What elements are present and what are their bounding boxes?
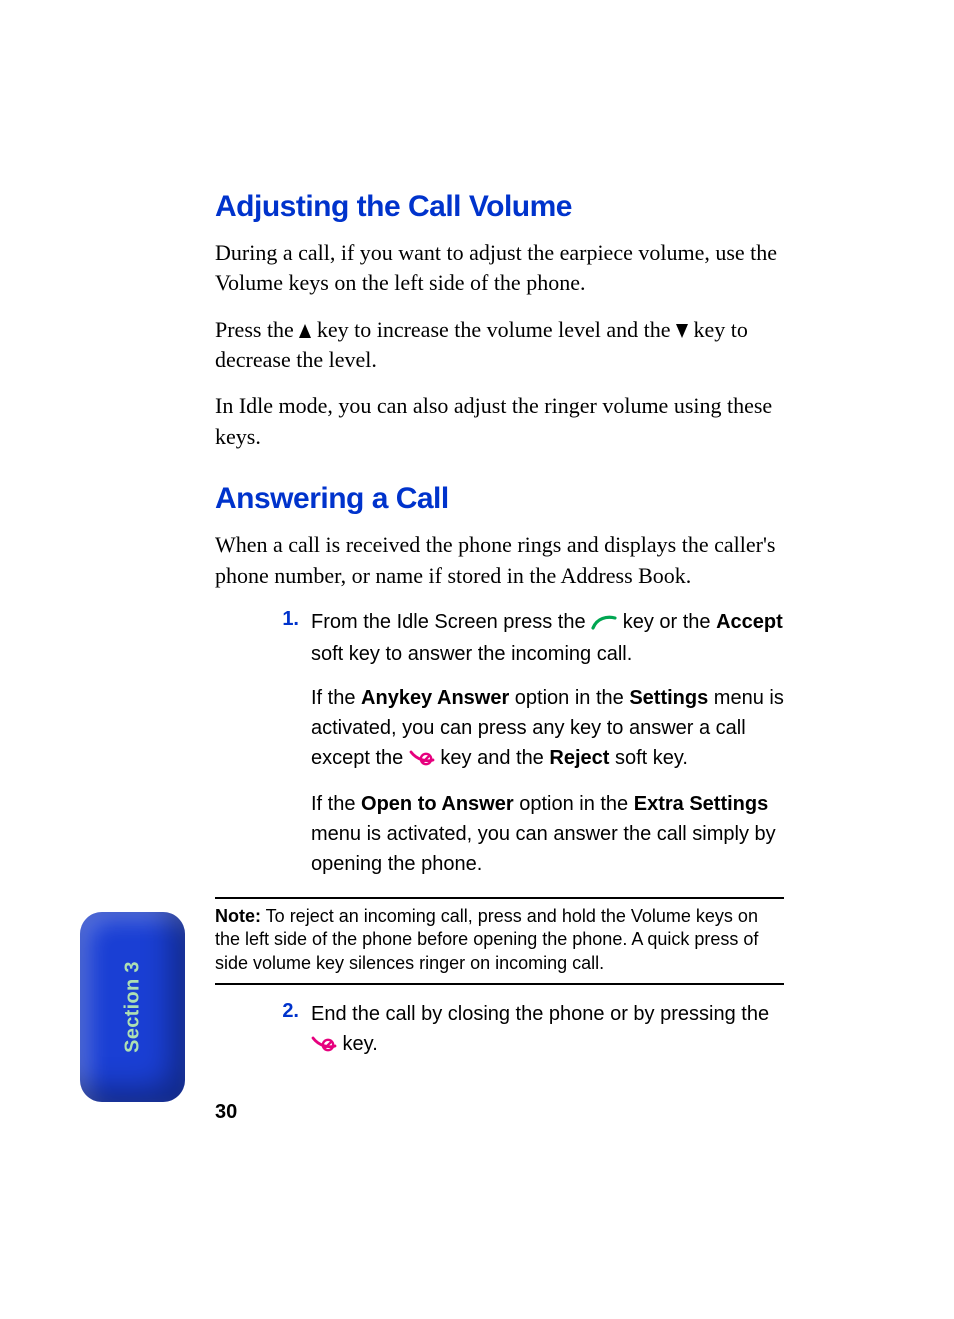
text-fragment: key and the bbox=[435, 747, 550, 769]
step-list-2: 2. End the call by closing the phone or … bbox=[215, 999, 784, 1061]
para-volume-intro: During a call, if you want to adjust the… bbox=[215, 238, 784, 299]
manual-page: Adjusting the Call Volume During a call,… bbox=[0, 0, 954, 1319]
text-fragment: From the Idle Screen press the bbox=[311, 611, 591, 633]
end-key-icon bbox=[311, 1031, 337, 1061]
text-fragment: menu is activated, you can answer the ca… bbox=[311, 823, 776, 875]
para-idle-mode: In Idle mode, you can also adjust the ri… bbox=[215, 391, 784, 452]
text-fragment: key to increase the volume level and the bbox=[311, 317, 676, 342]
step-2: 2. End the call by closing the phone or … bbox=[275, 999, 784, 1061]
text-fragment: key. bbox=[337, 1033, 378, 1055]
step-number: 1. bbox=[275, 607, 299, 669]
step-number: 2. bbox=[275, 999, 299, 1061]
open-to-answer-label: Open to Answer bbox=[361, 793, 514, 815]
accept-label: Accept bbox=[716, 611, 783, 633]
settings-label: Settings bbox=[629, 687, 708, 709]
step-1-text: From the Idle Screen press the key or th… bbox=[311, 607, 784, 669]
heading-answering-call: Answering a Call bbox=[215, 482, 784, 516]
page-number: 30 bbox=[215, 1101, 237, 1124]
text-fragment: option in the bbox=[509, 687, 629, 709]
para-volume-keys: Press the key to increase the volume lev… bbox=[215, 315, 784, 376]
text-fragment: soft key. bbox=[609, 747, 688, 769]
section-tab: Section 3 bbox=[80, 912, 185, 1102]
volume-up-icon bbox=[299, 324, 311, 338]
send-key-icon bbox=[591, 609, 617, 639]
note-label: Note: bbox=[215, 906, 261, 926]
text-fragment: If the bbox=[311, 687, 361, 709]
step-1-sub-open: If the Open to Answer option in the Extr… bbox=[311, 789, 784, 879]
note-text: To reject an incoming call, press and ho… bbox=[215, 906, 758, 973]
step-list: 1. From the Idle Screen press the key or… bbox=[215, 607, 784, 879]
section-tab-label: Section 3 bbox=[121, 961, 144, 1053]
reject-label: Reject bbox=[549, 747, 609, 769]
text-fragment: option in the bbox=[514, 793, 634, 815]
volume-down-icon bbox=[676, 324, 688, 338]
text-fragment: key or the bbox=[617, 611, 716, 633]
note-block: Note: To reject an incoming call, press … bbox=[215, 897, 784, 985]
text-fragment: soft key to answer the incoming call. bbox=[311, 643, 632, 665]
para-answer-intro: When a call is received the phone rings … bbox=[215, 530, 784, 591]
text-fragment: Press the bbox=[215, 317, 299, 342]
anykey-label: Anykey Answer bbox=[361, 687, 509, 709]
heading-adjusting-volume: Adjusting the Call Volume bbox=[215, 190, 784, 224]
step-1-sub-anykey: If the Anykey Answer option in the Setti… bbox=[311, 683, 784, 775]
extra-settings-label: Extra Settings bbox=[634, 793, 768, 815]
text-fragment: If the bbox=[311, 793, 361, 815]
end-key-icon bbox=[409, 745, 435, 775]
step-1: 1. From the Idle Screen press the key or… bbox=[275, 607, 784, 669]
text-fragment: End the call by closing the phone or by … bbox=[311, 1003, 769, 1025]
step-2-text: End the call by closing the phone or by … bbox=[311, 999, 784, 1061]
